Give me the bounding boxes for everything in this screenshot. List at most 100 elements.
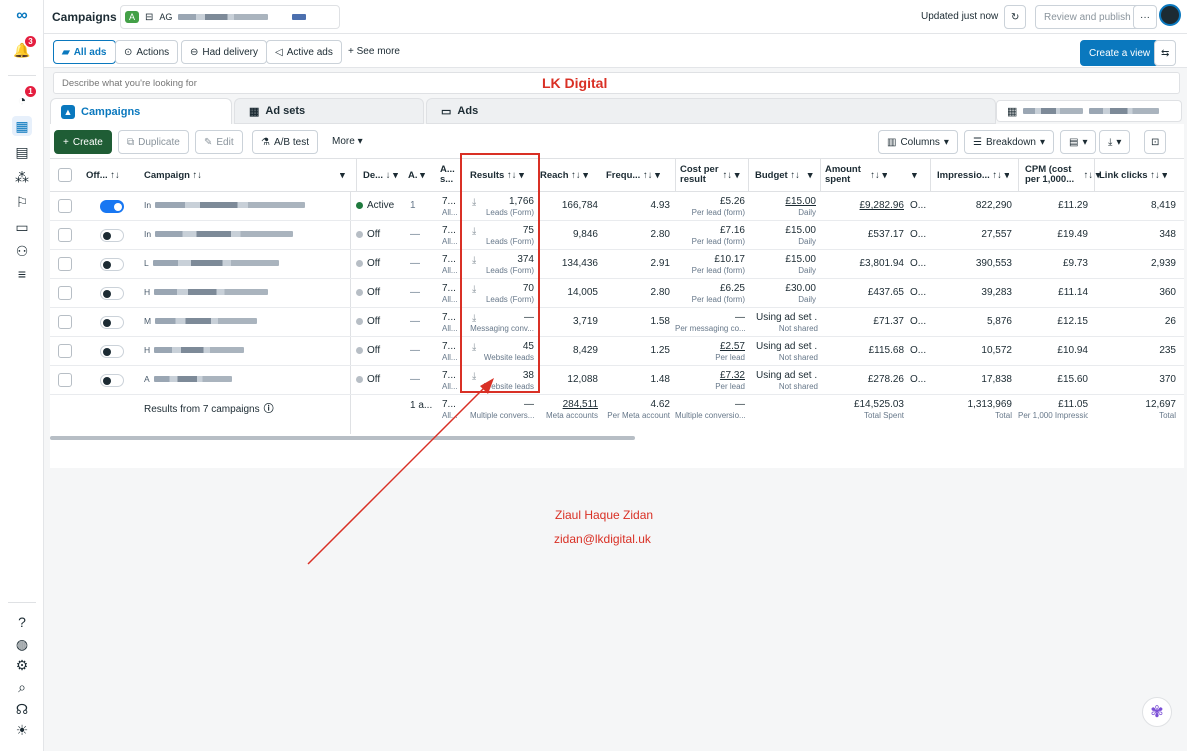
reports-icon[interactable]: ▤ [12,142,32,162]
campaign-toggle[interactable] [100,200,124,213]
account-selector[interactable]: A ⊟ AG [120,5,340,29]
support-icon[interactable]: ☊ [12,699,32,719]
search-icon[interactable]: ⌕ [12,677,32,697]
col-attribution[interactable]: A. ▾ [408,159,425,192]
row-checkbox[interactable] [58,373,72,387]
filter-had-delivery[interactable]: ⊖ Had delivery [181,40,267,64]
menu-icon[interactable]: ≡ [12,264,32,284]
columns-button[interactable]: ▥ Columns ▾ [878,130,958,154]
campaign-toggle[interactable] [100,345,124,358]
table-row[interactable]: H Off —7... All... ⤓ 70 Leads (Form) 14,005 2.80… [50,279,1184,308]
row-checkbox[interactable] [58,286,72,300]
billing-icon[interactable]: ▭ [12,217,32,237]
col-link-clicks[interactable]: Link clicks ↑↓ ▾ [1094,159,1168,192]
row-checkbox[interactable] [58,315,72,329]
campaign-name[interactable]: H [144,345,344,356]
row-checkbox[interactable] [58,344,72,358]
col-amount-spent[interactable]: Amount spent ↑↓ ▾ [820,159,888,192]
col-campaign[interactable]: Campaign ↑↓ [144,159,203,192]
campaign-toggle[interactable] [100,258,124,271]
search-input[interactable] [54,73,1179,93]
notifications-icon[interactable]: 🔔 3 [12,36,36,60]
cell: 12,088 [567,374,598,385]
pencil-icon: ✎ [204,136,213,148]
more-options-button[interactable]: ··· [1133,5,1157,29]
table-row[interactable]: L Off —7... All... ⤓ 374 Leads (Form) 134,436 2.… [50,250,1184,279]
select-all-checkbox[interactable] [58,168,72,182]
refresh-button[interactable]: ↻ [1004,5,1027,29]
profile-avatar[interactable] [1159,4,1181,26]
attribution: — [410,316,420,327]
cell: 1,313,969 Total [967,399,1013,420]
campaign-toggle[interactable] [100,229,124,242]
campaign-planner-icon[interactable]: ⚐ [12,192,32,212]
more-dropdown[interactable]: More ▾ [332,136,363,147]
col-budget[interactable]: Budget ↑↓ ▾ [748,159,813,192]
campaign-toggle[interactable] [100,374,124,387]
see-more-button[interactable]: + See more [348,46,400,57]
campaign-name-redacted [154,289,269,296]
tab-ad-sets[interactable]: ▦ Ad sets [234,98,424,124]
col-frequency[interactable]: Frequ... ↑↓ ▾ [606,159,660,192]
bug-report-icon[interactable]: ☀ [12,720,32,740]
duplicate-button[interactable]: ⧉ Duplicate [118,130,189,154]
ab-test-button[interactable]: ⚗ A/B test [252,130,318,154]
row-checkbox[interactable] [58,199,72,213]
edit-button[interactable]: ✎ Edit [195,130,243,154]
help-icon[interactable]: ? [12,612,32,632]
settings-icon[interactable]: ⚙ [12,655,32,675]
filter-all-ads[interactable]: ▰ All ads [53,40,116,64]
left-nav: ∞ 🔔 3 ◔ 1 ▦ ▤ ⁂ ⚐ ▭ ⚇ ≡ ? ◍ ⚙ ⌕ ☊ ☀ [0,0,44,751]
campaign-name[interactable]: L [144,258,344,269]
col-off-on[interactable]: Off... ↑↓ [86,159,120,192]
campaign-name-redacted [155,318,258,325]
table-row[interactable]: M Off —7... All... ⤓ — Messaging conv... 3,719 1… [50,308,1184,337]
table-row[interactable]: In Active 1 7... All... ⤓ 1,766 Leads (Form) 166… [50,192,1184,221]
account-prefix: AG [159,12,173,22]
table-row[interactable]: H Off —7... All... ⤓ 45 Website leads 8,429 1.25… [50,337,1184,366]
row-checkbox[interactable] [58,228,72,242]
tab-campaigns[interactable]: ▲ Campaigns [50,98,232,124]
campaign-toggle[interactable] [100,287,124,300]
campaign-name[interactable]: In [144,200,344,211]
meta-logo-icon[interactable]: ∞ [11,6,33,26]
filter-actions[interactable]: ⊙ Actions [115,40,179,64]
ads-manager-icon[interactable]: ▦ [12,116,32,136]
business-icon[interactable]: ⚇ [12,241,32,261]
cell: — Multiple conversio... [675,399,745,420]
col-cost-per-result[interactable]: Cost per result ↑↓ ▾ [675,159,740,192]
campaign-toggle[interactable] [100,316,124,329]
attribution: — [410,258,420,269]
create-button[interactable]: + Create [54,130,112,154]
row-checkbox[interactable] [58,257,72,271]
campaign-name[interactable]: M [144,316,344,327]
search-bar[interactable] [53,72,1180,94]
assistant-icon[interactable]: ✾ [1142,697,1172,727]
cell: 1.58 [650,316,670,327]
date-range-picker[interactable]: ▦ [996,100,1182,122]
campaign-name[interactable]: In [144,229,344,240]
ads-icon: ▭ [441,105,452,118]
tab-ads[interactable]: ▭ Ads [426,98,996,124]
expand-button[interactable]: ⊡ [1144,130,1167,154]
create-view-button[interactable]: Create a view [1080,40,1160,66]
review-publish-button[interactable]: Review and publish [1035,5,1140,29]
col-ad-set[interactable]: A... s... [440,159,462,192]
adjust-icon[interactable]: ⇆ [1154,40,1177,66]
breakdown-button[interactable]: ☰ Breakdown ▾ [964,130,1055,154]
export-button[interactable]: ⤓ ▾ [1099,130,1131,154]
alerts-icon[interactable]: ◔ 1 [12,86,36,110]
library-icon[interactable]: ◍ [12,634,32,654]
col-delivery[interactable]: De... ↓ ▾ [356,159,398,192]
audiences-icon[interactable]: ⁂ [12,167,32,187]
delivery-status: Active [356,200,406,211]
reports-button[interactable]: ▤ ▾ [1060,130,1097,154]
table-row[interactable]: A Off —7... All... ⤓ 38 Website leads 12,088 1.4… [50,366,1184,395]
cell: £11.14 [1058,287,1088,298]
table-row[interactable]: In Off —7... All... ⤓ 75 Leads (Form) 9,846 2.80… [50,221,1184,250]
col-impressions[interactable]: Impressio... ↑↓ ▾ [930,159,1010,192]
campaign-name[interactable]: H [144,287,344,298]
col-reach[interactable]: Reach ↑↓ ▾ [540,159,589,192]
col-cpm[interactable]: CPM (cost per 1,000... ↑↓ ▾ [1018,159,1101,192]
filter-active-ads[interactable]: ◁ Active ads [266,40,342,64]
